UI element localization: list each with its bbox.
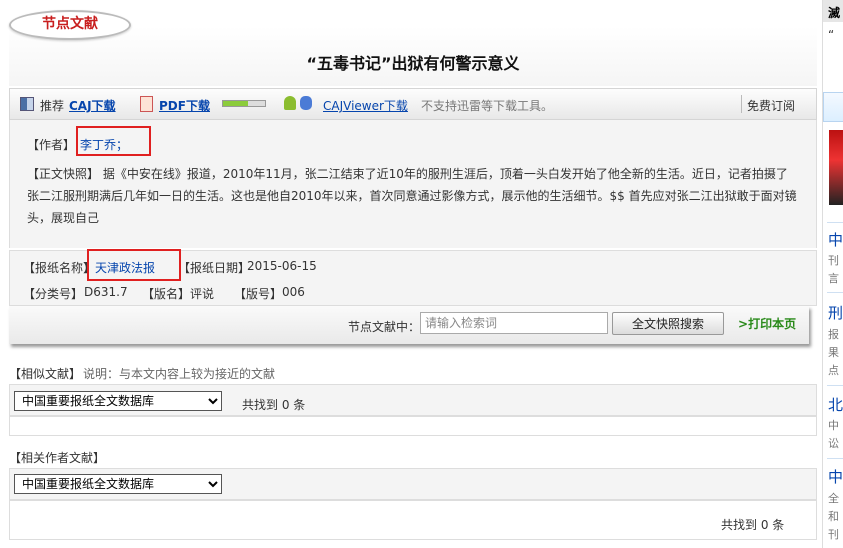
pdf-icon: [140, 96, 153, 112]
sidebar-item-line: 刊: [828, 528, 839, 541]
related-results: [9, 500, 817, 540]
paper-date: 2015-06-15: [247, 259, 317, 273]
related-authors-title: 【相关作者文献】: [9, 451, 106, 465]
similar-description: 说明：与本文内容上较为接近的文献: [83, 367, 276, 381]
cajviewer-download-link[interactable]: CAJViewer下载: [323, 97, 408, 114]
caj-download-link[interactable]: CAJ下载: [69, 97, 116, 114]
sidebar-item-head[interactable]: 中: [828, 229, 843, 250]
sidebar-item-line: 全: [828, 492, 839, 505]
sidebar-item-head[interactable]: 刑: [828, 302, 843, 323]
right-sidebar: 滅 “ 中 刊 言 刑 报 果 点 北 中 讼 中 全 和 刊: [822, 0, 843, 548]
article-title: “五毒书记”出狱有何警示意义: [306, 54, 520, 73]
download-note: 不支持迅雷等下载工具。: [421, 99, 554, 113]
sidebar-item-line: 报: [828, 328, 839, 341]
sidebar-item-line: 点: [828, 364, 839, 377]
pdf-progress-fill: [223, 101, 249, 106]
search-label: 节点文献中：: [348, 320, 421, 334]
sidebar-item-line: 果: [828, 346, 839, 359]
page-number: 006: [282, 285, 305, 299]
sidebar-cover-image[interactable]: [829, 130, 843, 205]
class-number: D631.7: [84, 285, 128, 299]
download-toolbar: 推荐 CAJ下载 PDF下载 CAJViewer下载 不支持迅雷等下载工具。 免…: [9, 88, 817, 120]
toolbar-divider: [741, 95, 742, 113]
paper-name-label: 【报纸名称】: [23, 261, 96, 275]
sidebar-item-line: 讼: [828, 437, 839, 450]
sidebar-header-text: 滅: [828, 6, 841, 20]
apple-icon: [300, 96, 312, 110]
class-label: 【分类号】: [23, 287, 84, 301]
abstract-label: 【正文快照】: [27, 167, 100, 181]
sidebar-item-head[interactable]: 中: [828, 466, 843, 487]
sidebar-item-head[interactable]: 北: [828, 394, 843, 415]
similar-count: 共找到 0 条: [242, 398, 306, 412]
similar-title: 【相似文献】: [9, 367, 82, 381]
paper-date-label: 【报纸日期】: [178, 261, 251, 275]
sidebar-item-line: 中: [828, 419, 839, 432]
similar-db-select[interactable]: 中国重要报纸全文数据库: [14, 391, 222, 411]
sidebar-item-line: 和: [828, 510, 839, 523]
sidebar-tab[interactable]: [823, 92, 843, 122]
highlight-box-author: [76, 126, 151, 156]
abstract-paragraph: 【正文快照】 据《中安在线》报道，2010年11月，张二江结束了近10年的服刑生…: [27, 163, 799, 229]
edition-label: 【版名】: [142, 287, 191, 301]
edition-name: 评说: [190, 287, 215, 301]
search-input[interactable]: [420, 312, 608, 334]
sidebar-divider: [827, 385, 843, 386]
print-label: 打印本页: [748, 317, 797, 331]
recommend-label: 推荐: [40, 99, 65, 113]
abstract-text: 据《中安在线》报道，2010年11月，张二江结束了近10年的服刑生涯后，顶着一头…: [27, 167, 797, 225]
print-link[interactable]: >打印本页: [738, 315, 796, 332]
related-count: 共找到 0 条: [721, 518, 785, 532]
book-icon: [20, 97, 34, 111]
sidebar-item-line: 刊: [828, 254, 839, 267]
sidebar-divider: [827, 458, 843, 459]
pdf-download-link[interactable]: PDF下载: [159, 97, 210, 114]
pdf-progress-bar: [222, 100, 266, 107]
sidebar-item-line: 言: [828, 272, 839, 285]
sidebar-quote: “: [828, 28, 835, 42]
android-icon: [284, 96, 296, 110]
sidebar-divider: [827, 222, 843, 223]
author-label: 【作者】: [27, 138, 76, 152]
print-arrow-icon: >: [738, 317, 749, 331]
highlight-box-paper: [87, 249, 181, 281]
similar-results: [9, 416, 817, 436]
related-db-select[interactable]: 中国重要报纸全文数据库: [14, 474, 222, 494]
fulltext-search-button[interactable]: 全文快照搜索: [612, 312, 724, 335]
page-label: 【版号】: [234, 287, 283, 301]
sidebar-divider: [827, 292, 843, 293]
subscribe-link[interactable]: 免费订阅: [747, 97, 795, 114]
section-label: 节点文献: [42, 16, 98, 32]
